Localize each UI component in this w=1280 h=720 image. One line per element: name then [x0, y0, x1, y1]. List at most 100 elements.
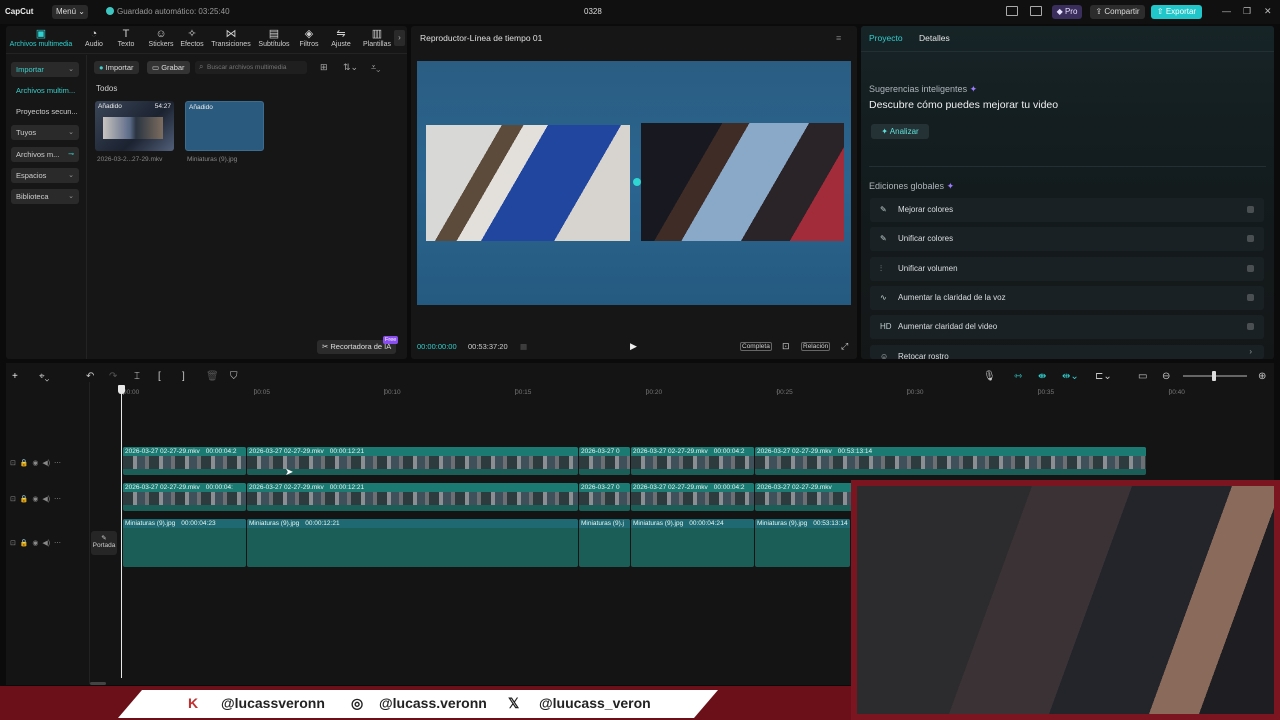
screenshot-icon[interactable]: ⊡: [782, 341, 790, 352]
maximize-icon[interactable]: ❐: [1243, 6, 1251, 17]
cover-button[interactable]: ✎ Portada: [91, 531, 117, 555]
tool-effects[interactable]: ✧ Efectos: [176, 28, 208, 48]
minimize-icon[interactable]: —: [1222, 6, 1231, 16]
timeline-clip[interactable]: Miniaturas (9).jpg 00:53:13:14: [755, 519, 850, 567]
sidebar-item-yours[interactable]: Tuyos ⌄: [11, 125, 79, 140]
lock-icon[interactable]: 🔒: [20, 460, 29, 467]
timeline-clip[interactable]: 2026-03-27 02-27-29.mkv 00:00:04:: [123, 483, 246, 511]
close-icon[interactable]: ✕: [1264, 6, 1272, 17]
timeline-clip[interactable]: 2026-03-27 02-27-29.mkv 00:00:04:2: [631, 447, 754, 475]
search-input[interactable]: [207, 62, 303, 73]
redo-icon[interactable]: ↷: [109, 371, 117, 382]
play-icon[interactable]: ▶: [630, 341, 637, 352]
tool-adjust[interactable]: ⇋ Ajuste: [326, 28, 356, 48]
sort-icon[interactable]: ⇅⌄: [343, 62, 358, 73]
playhead[interactable]: [121, 386, 122, 678]
zoom-in-icon[interactable]: ⊕: [1258, 371, 1266, 382]
timeline-clip[interactable]: 2026-03-27 02-27-29.mkv 00:00:12:21: [247, 447, 578, 475]
timeline-clip[interactable]: 2026-03-27 02-27-29.mkv 00:00:04:2: [631, 483, 754, 511]
tool-template[interactable]: ▥ Plantillas: [358, 28, 396, 48]
global-edit-item[interactable]: ∿ Aumentar la claridad de la voz: [870, 285, 1264, 310]
tab-project[interactable]: Proyecto: [869, 33, 903, 43]
lock-icon[interactable]: 🔒: [20, 540, 29, 547]
sidebar-item-library[interactable]: Biblioteca ⌄: [11, 189, 79, 204]
split-icon[interactable]: ⌶: [134, 371, 140, 382]
analyze-button[interactable]: ✦ Analizar: [871, 124, 929, 139]
preview-canvas[interactable]: [417, 61, 851, 305]
timeline-clip[interactable]: Miniaturas (9).jpg 00:00:04:23: [123, 519, 246, 567]
tool-transition[interactable]: ⋈ Transiciones: [208, 28, 254, 48]
sidebar-item-projects[interactable]: Proyectos secun...: [11, 104, 79, 119]
menu-button[interactable]: Menú ⌄: [52, 5, 88, 19]
toggle-switch[interactable]: [1247, 293, 1254, 301]
magnet-icon[interactable]: ⇼: [1038, 371, 1046, 382]
speaker-icon[interactable]: ◀): [42, 460, 50, 467]
toggle-switch[interactable]: [1247, 323, 1254, 331]
trim-left-icon[interactable]: [: [158, 371, 161, 382]
fullscreen-icon[interactable]: ⤢: [841, 341, 848, 352]
zoom-out-icon[interactable]: ⊖: [1162, 371, 1170, 382]
tool-audio[interactable]: ◔ Audio: [79, 28, 109, 48]
eye-icon[interactable]: ◉: [32, 496, 38, 503]
export-button[interactable]: ⇧ Exportar: [1151, 5, 1202, 19]
caption-icon[interactable]: ▭: [1138, 371, 1147, 382]
speaker-icon[interactable]: ◀): [42, 496, 50, 503]
timeline-grid-icon[interactable]: ▦: [520, 342, 527, 351]
quality-button[interactable]: Completa: [740, 342, 772, 351]
ratio-button[interactable]: Relación: [801, 342, 831, 351]
cover-toggle-icon[interactable]: ⊡: [10, 540, 16, 547]
sidebar-item-media[interactable]: Archivos multim...: [11, 83, 79, 98]
layout-icon[interactable]: [1006, 6, 1018, 16]
trim-right-icon[interactable]: ]: [182, 371, 185, 382]
zoom-handle[interactable]: [1212, 371, 1216, 381]
sidebar-item-media-files[interactable]: Archivos m... ⊸: [11, 147, 79, 162]
timeline-clip[interactable]: Miniaturas (9).jpg 00:00:04:24: [631, 519, 754, 567]
horizontal-scrollbar[interactable]: [90, 682, 106, 685]
fit-icon[interactable]: ⊏⌄: [1095, 371, 1112, 382]
timeline-clip[interactable]: Miniaturas (9).jpg 00:00:12:21: [247, 519, 578, 567]
chevron-right-icon[interactable]: ›: [1249, 347, 1252, 356]
playhead-handle[interactable]: [118, 385, 125, 394]
zoom-slider[interactable]: [1183, 371, 1247, 381]
search-box[interactable]: ⌕: [195, 61, 307, 74]
shield-icon[interactable]: ⛉: [230, 371, 238, 382]
hamburger-icon[interactable]: ≡: [836, 33, 841, 43]
select-tool-icon[interactable]: ⌖⌄: [39, 371, 49, 382]
media-thumb-video[interactable]: Añadido 54:27: [95, 101, 174, 151]
sidebar-item-import[interactable]: Importar ⌄: [11, 62, 79, 77]
tab-details[interactable]: Detalles: [919, 33, 950, 43]
global-edit-item[interactable]: ✎ Unificar colores: [870, 227, 1264, 252]
timeline-clip[interactable]: Miniaturas (9).j: [579, 519, 630, 567]
global-edit-item[interactable]: HD Aumentar claridad del video: [870, 315, 1264, 340]
media-thumb-image[interactable]: Añadido: [185, 101, 264, 151]
more-icon[interactable]: ⋯: [54, 540, 61, 547]
eye-icon[interactable]: ◉: [32, 460, 38, 467]
toggle-switch[interactable]: [1247, 264, 1254, 272]
grid-view-icon[interactable]: ⊞: [320, 62, 328, 73]
global-edit-item[interactable]: ☺ Retocar rostro ›: [870, 344, 1264, 359]
tool-filter[interactable]: ◈ Filtros: [294, 28, 324, 48]
speaker-icon[interactable]: ◀): [42, 540, 50, 547]
sidebar-item-spaces[interactable]: Espacios ⌄: [11, 168, 79, 183]
eye-icon[interactable]: ◉: [32, 540, 38, 547]
timeline-clip[interactable]: 2026-03-27 02-27-29.mkv 00:53:13:14: [755, 447, 1146, 475]
cover-toggle-icon[interactable]: ⊡: [10, 496, 16, 503]
timeline-clip[interactable]: 2026-03-27 02-27-29.mkv 00:00:12:21: [247, 483, 578, 511]
delete-icon[interactable]: 🗑: [206, 371, 219, 382]
share-button[interactable]: ⇪ Compartir: [1090, 5, 1145, 19]
center-handle[interactable]: [633, 178, 641, 186]
chevron-right-icon[interactable]: ›: [394, 30, 405, 46]
global-edit-item[interactable]: ⫶ Unificar volumen: [870, 256, 1264, 281]
shortcuts-icon[interactable]: [1030, 6, 1042, 16]
cover-toggle-icon[interactable]: ⊡: [10, 460, 16, 467]
lock-icon[interactable]: 🔒: [20, 496, 29, 503]
link-clips-icon[interactable]: ⇿: [1014, 371, 1022, 382]
more-icon[interactable]: ⋯: [54, 460, 61, 467]
timeline-clip[interactable]: 2026-03-27 0: [579, 483, 630, 511]
more-icon[interactable]: ⋯: [54, 496, 61, 503]
tool-sticker[interactable]: ☺ Stickers: [143, 28, 179, 48]
undo-icon[interactable]: ↶: [86, 371, 94, 382]
timeline-clip[interactable]: 2026-03-27 0: [579, 447, 630, 475]
toggle-switch[interactable]: [1247, 206, 1254, 213]
tool-media[interactable]: ▣ Archivos multimedia: [8, 28, 74, 48]
